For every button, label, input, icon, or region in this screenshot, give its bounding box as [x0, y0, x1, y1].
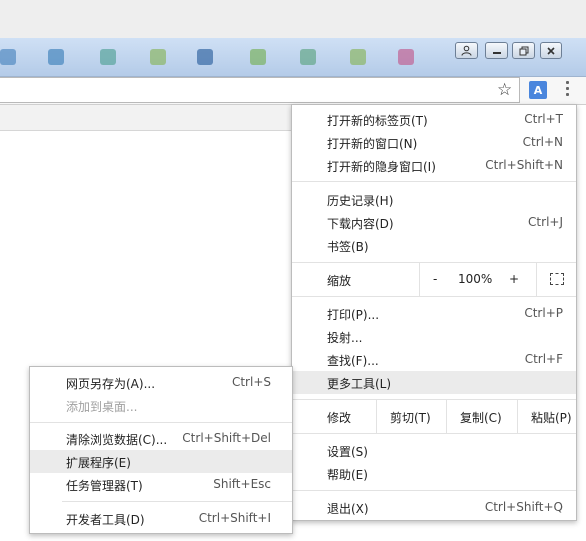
submenu-item-task-manager[interactable]: 任务管理器(T) Shift+Esc [30, 473, 292, 496]
fullscreen-icon[interactable] [550, 273, 564, 285]
menu-item-label: 打开新的窗口(N) [327, 137, 418, 151]
menu-item-bookmarks[interactable]: 书签(B) [292, 234, 576, 257]
maximize-button[interactable] [512, 42, 535, 59]
submenu-item-clear-data[interactable]: 清除浏览数据(C)... Ctrl+Shift+Del [30, 427, 292, 450]
zoom-out-button[interactable]: - [433, 272, 437, 286]
browser-main-menu: 打开新的标签页(T) Ctrl+T 打开新的窗口(N) Ctrl+N 打开新的隐… [291, 104, 577, 521]
menu-item-label: 帮助(E) [327, 468, 368, 482]
menu-item-downloads[interactable]: 下载内容(D) Ctrl+J [292, 211, 576, 234]
tab-favicon[interactable] [0, 49, 16, 65]
menu-item-shortcut: Ctrl+S [231, 375, 271, 389]
menu-row-edit: 修改 剪切(T) 复制(C) 粘贴(P) [292, 400, 576, 433]
menu-item-label: 更多工具(L) [327, 377, 392, 391]
menu-item-new-window[interactable]: 打开新的窗口(N) Ctrl+N [292, 131, 576, 154]
close-icon [547, 46, 555, 55]
menu-item-label: 设置(S) [327, 445, 368, 459]
menu-item-exit[interactable]: 退出(X) Ctrl+Shift+Q [292, 496, 576, 519]
tab-strip [0, 38, 586, 77]
submenu-item-save-page[interactable]: 网页另存为(A)... Ctrl+S [30, 371, 292, 394]
minimize-button[interactable] [485, 42, 508, 59]
menu-item-settings[interactable]: 设置(S) [292, 439, 576, 462]
restore-icon [519, 46, 528, 55]
menu-separator [30, 422, 292, 423]
menu-item-shortcut: Shift+Esc [213, 477, 271, 491]
submenu-item-add-to-desktop[interactable]: 添加到桌面... [30, 394, 292, 417]
page-header-bar [0, 105, 300, 131]
menu-item-more-tools[interactable]: 更多工具(L) [292, 371, 576, 394]
menu-item-label: 打印(P)... [327, 308, 380, 322]
minimize-icon [492, 51, 501, 54]
menu-item-shortcut: Ctrl+P [524, 306, 563, 320]
menu-item-shortcut: Ctrl+Shift+N [485, 158, 563, 172]
user-icon [461, 45, 472, 56]
menu-item-shortcut: Ctrl+J [528, 215, 563, 229]
zoom-in-button[interactable]: + [509, 272, 519, 286]
zoom-value: 100% [458, 272, 493, 286]
menu-item-label: 扩展程序(E) [66, 456, 131, 470]
menu-row-zoom: 缩放 - 100% + [292, 263, 576, 296]
menu-item-find[interactable]: 查找(F)... Ctrl+F [292, 348, 576, 371]
menu-item-cast[interactable]: 投射... [292, 325, 576, 348]
tab-favicon[interactable] [197, 49, 213, 65]
tab-favicon[interactable] [48, 49, 64, 65]
user-profile-button[interactable] [455, 42, 478, 59]
menu-item-label: 查找(F)... [327, 354, 379, 368]
menu-item-label: 书签(B) [327, 240, 369, 254]
menu-item-label: 下载内容(D) [327, 217, 394, 231]
copy-button[interactable]: 复制(C) [460, 409, 502, 426]
tab-favicon[interactable] [398, 49, 414, 65]
menu-item-help[interactable]: 帮助(E) [292, 462, 576, 485]
menu-item-label: 打开新的标签页(T) [327, 114, 428, 128]
menu-item-new-incognito[interactable]: 打开新的隐身窗口(I) Ctrl+Shift+N [292, 154, 576, 177]
menu-separator [292, 433, 576, 434]
tab-favicon[interactable] [350, 49, 366, 65]
menu-separator [62, 501, 292, 502]
paste-button[interactable]: 粘贴(P) [531, 409, 572, 426]
menu-item-label: 任务管理器(T) [66, 479, 143, 493]
menu-item-label: 历史记录(H) [327, 194, 394, 208]
menu-item-new-tab[interactable]: 打开新的标签页(T) Ctrl+T [292, 108, 576, 131]
tab-favicon[interactable] [250, 49, 266, 65]
menu-item-shortcut: Ctrl+F [524, 352, 563, 366]
menu-item-shortcut: Ctrl+T [524, 112, 563, 126]
menu-item-print[interactable]: 打印(P)... Ctrl+P [292, 302, 576, 325]
zoom-label: 缩放 [327, 274, 352, 288]
tab-favicon[interactable] [100, 49, 116, 65]
menu-item-label: 打开新的隐身窗口(I) [327, 160, 436, 174]
menu-separator [292, 181, 576, 182]
menu-dots-icon[interactable] [566, 81, 572, 96]
submenu-item-dev-tools[interactable]: 开发者工具(D) Ctrl+Shift+I [30, 507, 292, 530]
star-icon[interactable]: ☆ [497, 81, 512, 99]
menu-item-shortcut: Ctrl+N [522, 135, 563, 149]
menu-item-label: 清除浏览数据(C)... [66, 433, 168, 447]
menu-item-shortcut: Ctrl+Shift+Q [484, 500, 563, 514]
submenu-item-extensions[interactable]: 扩展程序(E) [30, 450, 292, 473]
menu-item-label: 开发者工具(D) [66, 513, 145, 527]
menu-separator [292, 490, 576, 491]
menu-item-shortcut: Ctrl+Shift+I [198, 511, 271, 525]
menu-item-label: 添加到桌面... [66, 400, 138, 414]
menu-item-label: 投射... [327, 331, 363, 345]
tab-favicon[interactable] [150, 49, 166, 65]
edit-label: 修改 [327, 411, 352, 425]
desktop-top-strip [0, 0, 586, 38]
more-tools-submenu: 网页另存为(A)... Ctrl+S 添加到桌面... 清除浏览数据(C)...… [29, 366, 293, 534]
address-bar[interactable] [0, 77, 520, 103]
menu-item-shortcut: Ctrl+Shift+Del [182, 431, 271, 445]
close-button[interactable] [540, 42, 562, 59]
menu-item-label: 退出(X) [327, 502, 369, 516]
cut-button[interactable]: 剪切(T) [390, 409, 431, 426]
menu-item-label: 网页另存为(A)... [66, 377, 156, 391]
toolbar: ☆ A [0, 77, 586, 105]
menu-separator [292, 296, 576, 297]
tab-favicon[interactable] [300, 49, 316, 65]
translate-icon[interactable]: A [529, 81, 547, 99]
menu-item-history[interactable]: 历史记录(H) [292, 188, 576, 211]
